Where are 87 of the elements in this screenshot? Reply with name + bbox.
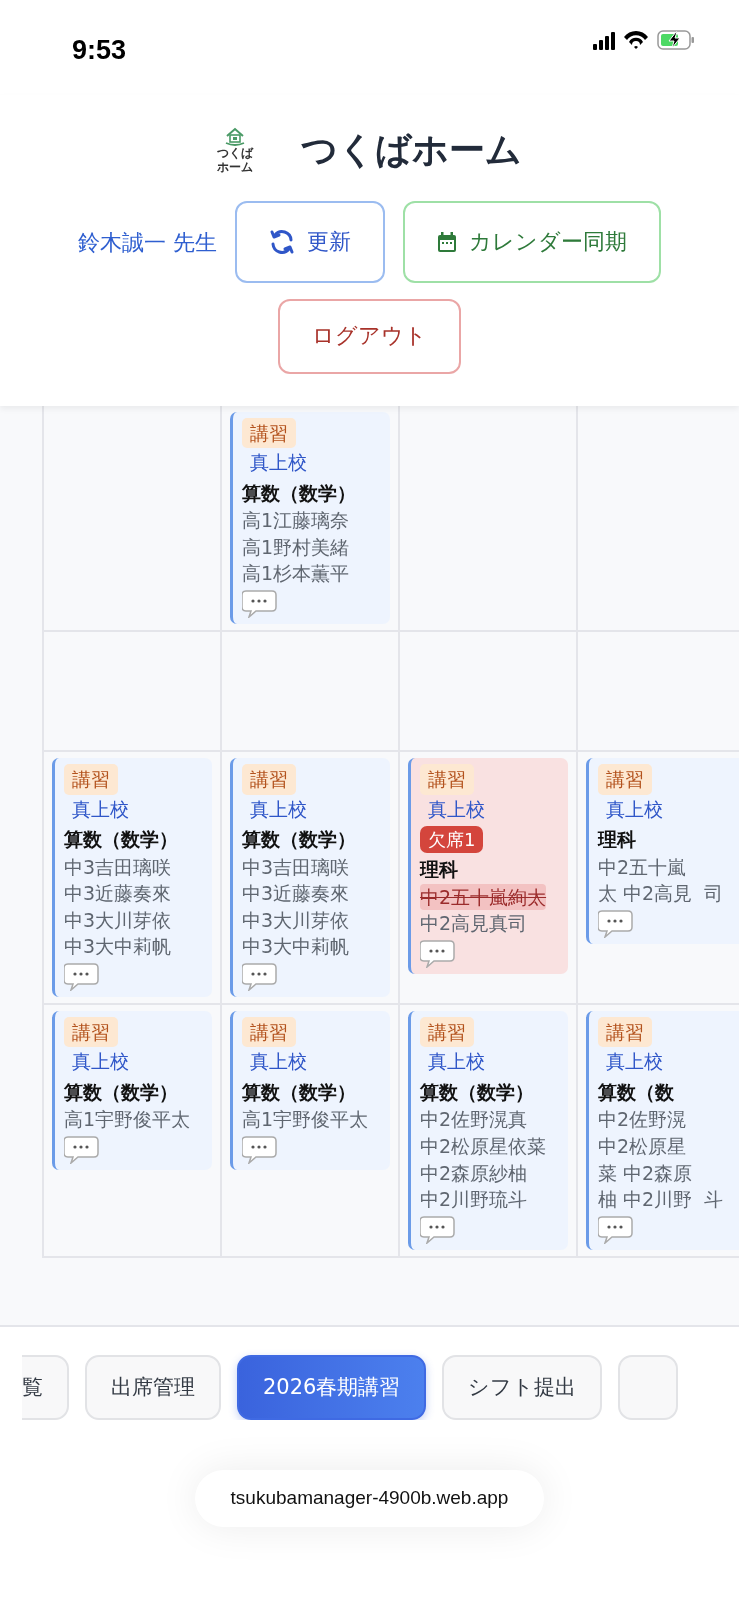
campus-name: 真上校	[427, 796, 485, 820]
comment-icon[interactable]	[64, 1133, 99, 1165]
subject-name: 理科	[420, 857, 459, 883]
app-title: つくばホーム	[301, 128, 522, 172]
refresh-button[interactable]: 更新	[235, 201, 385, 284]
student-name: 高1杉本薫平	[242, 561, 350, 587]
student-name: 高1野村美緒	[242, 534, 350, 560]
lesson-card[interactable]: 講習 真上校 算数（数 中2佐野滉 中2松原星 菜 中2森原 柚 中2川野 斗	[586, 1010, 739, 1250]
campus-name: 真上校	[605, 1049, 663, 1073]
nav-tab[interactable]: 2026春期講習	[237, 1355, 427, 1421]
campus-name: 真上校	[71, 1049, 129, 1073]
student-name: 高1宇野俊平太	[64, 1107, 191, 1133]
subject-name: 算数（数学）	[242, 1079, 357, 1105]
lesson-tag: 講習	[598, 764, 652, 795]
lesson-tag: 講習	[420, 1016, 474, 1048]
logo-text: つくば	[217, 147, 253, 161]
campus-name: 真上校	[249, 796, 307, 820]
subject-name: 算数（数	[598, 1079, 675, 1105]
calendar-sync-button[interactable]: カレンダー同期	[403, 201, 661, 284]
campus-name: 真上校	[427, 1049, 485, 1073]
logo-text: ホーム	[217, 160, 253, 174]
refresh-icon	[269, 229, 295, 256]
lesson-card[interactable]: 講習 真上校 算数（数学） 高1宇野俊平太	[230, 1010, 390, 1171]
subject-name: 算数（数学）	[242, 827, 357, 853]
subject-name: 算数（数学）	[242, 480, 357, 506]
nav-tab[interactable]: シフト提出	[442, 1355, 603, 1421]
subject-name: 算数（数学）	[64, 1079, 179, 1105]
house-logo-icon	[223, 126, 247, 148]
student-name: 中3吉田璃咲	[242, 854, 350, 880]
wifi-icon	[623, 30, 649, 50]
nav-tab[interactable]: 覧	[22, 1355, 69, 1421]
lesson-tag: 講習	[242, 764, 296, 795]
student-name: 中2五十嵐	[598, 854, 687, 880]
student-name: 司	[704, 881, 724, 907]
nav-tab[interactable]: 出席管理	[85, 1355, 221, 1421]
student-name: 中2佐野滉真	[420, 1107, 528, 1133]
subject-name: 理科	[598, 827, 637, 853]
lesson-card[interactable]: 講習 真上校 理科 中2五十嵐 太 中2高見 司	[586, 758, 739, 944]
student-name: 柚 中2川野	[598, 1187, 693, 1213]
lesson-card[interactable]: 講習 真上校 算数（数学） 高1宇野俊平太	[52, 1010, 212, 1171]
student-name: 中2森原紗柚	[420, 1160, 528, 1186]
student-name: 高1宇野俊平太	[242, 1107, 369, 1133]
student-name: 斗	[704, 1187, 724, 1213]
lesson-card[interactable]: 講習 真上校 算数（数学） 中3吉田璃咲 中3近藤奏來 中3大川芽依 中3大中莉帆	[230, 758, 390, 997]
student-name: 中3大川芽依	[64, 907, 172, 933]
url-bar[interactable]: tsukubamanager-4900b.web.app	[194, 1470, 545, 1527]
student-name: 中3吉田璃咲	[64, 854, 172, 880]
lesson-tag: 講習	[64, 1016, 118, 1048]
student-name: 中2松原星	[598, 1134, 687, 1160]
lesson-card[interactable]: 講習 真上校 欠席1 理科 中2五十嵐絢太 中2高見真司	[408, 758, 568, 974]
logout-button[interactable]: ログアウト	[278, 299, 461, 374]
student-name: 中2松原星依菜	[420, 1134, 547, 1160]
student-name: 中2五十嵐絢太	[420, 883, 547, 911]
student-name: 中2高見真司	[420, 911, 528, 937]
student-name: 中3大中莉帆	[64, 934, 172, 960]
student-name: 高1江藤璃奈	[242, 508, 350, 534]
lesson-tag: 講習	[420, 764, 474, 795]
lesson-tag: 講習	[64, 764, 118, 795]
battery-charging-icon	[657, 30, 695, 50]
absence-badge: 欠席1	[420, 826, 484, 854]
comment-icon[interactable]	[242, 1133, 277, 1165]
teacher-name: 鈴木誠一 先生	[78, 228, 217, 257]
campus-name: 真上校	[605, 796, 663, 820]
lesson-tag: 講習	[598, 1016, 652, 1048]
signal-icon	[593, 30, 615, 50]
lesson-tag: 講習	[242, 1016, 296, 1048]
lesson-card[interactable]: 講習 真上校 算数（数学） 中3吉田璃咲 中3近藤奏來 中3大川芽依 中3大中莉帆	[52, 758, 212, 997]
student-name: 太 中2高見	[598, 881, 693, 907]
lesson-tag: 講習	[242, 417, 296, 449]
lesson-card[interactable]: 講習 真上校 算数（数学） 高1江藤璃奈 高1野村美緒 高1杉本薫平	[230, 411, 390, 625]
student-name: 中3大川芽依	[242, 907, 350, 933]
subject-name: 算数（数学）	[64, 827, 179, 853]
campus-name: 真上校	[249, 450, 307, 474]
nav-tab[interactable]	[618, 1355, 679, 1421]
student-name: 中3大中莉帆	[242, 934, 350, 960]
status-time: 9:53	[72, 34, 127, 67]
campus-name: 真上校	[71, 796, 129, 820]
student-name: 中2川野琉斗	[420, 1187, 528, 1213]
student-name: 中3近藤奏來	[64, 881, 172, 907]
student-name: 菜 中2森原	[598, 1160, 693, 1186]
student-name: 中2佐野滉	[598, 1107, 687, 1133]
subject-name: 算数（数学）	[420, 1079, 535, 1105]
student-name: 中3近藤奏來	[242, 881, 350, 907]
lesson-card[interactable]: 講習 真上校 算数（数学） 中2佐野滉真 中2松原星依菜 中2森原紗柚 中2川野琉斗	[408, 1010, 568, 1250]
calendar-icon	[437, 231, 457, 253]
campus-name: 真上校	[249, 1049, 307, 1073]
comment-icon[interactable]	[242, 587, 277, 619]
